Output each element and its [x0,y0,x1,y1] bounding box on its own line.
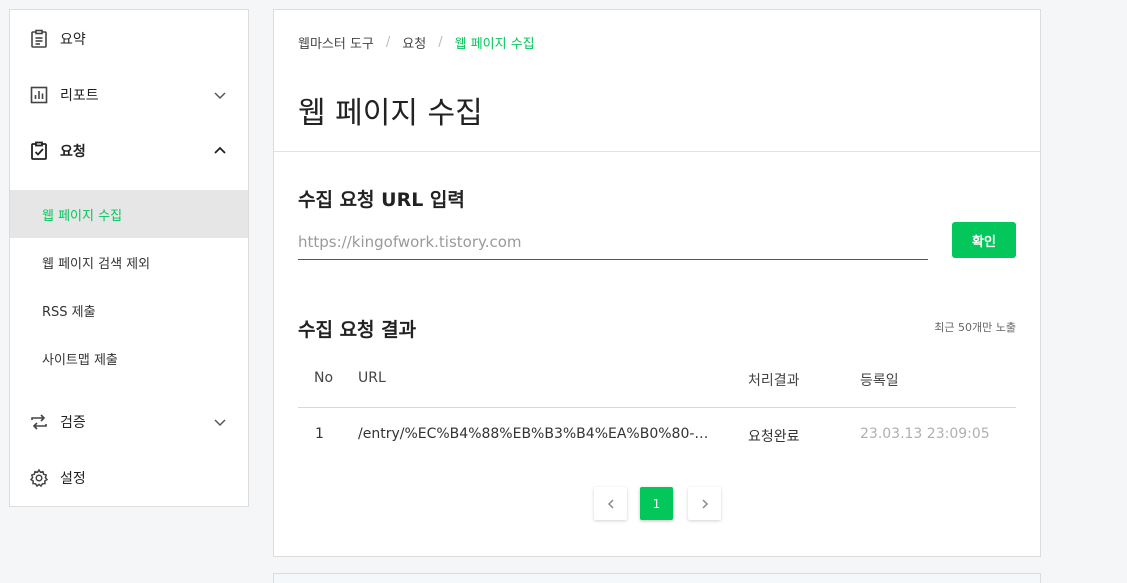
sidebar-item-request[interactable]: 요청 [10,123,248,179]
chevron-up-icon [212,143,228,159]
chevron-down-icon [212,414,228,430]
result-section-title: 수집 요청 결과 [298,319,417,341]
chevron-left-icon [607,498,614,509]
sidebar-item-label: 리포트 [60,88,99,104]
column-header-no: No [314,370,334,386]
clipboard-check-icon [28,140,50,162]
gear-icon [28,467,50,489]
breadcrumb-item-request[interactable]: 요청 [402,33,426,52]
sidebar-item-summary[interactable]: 요약 [10,11,248,67]
repeat-icon [28,411,50,433]
secondary-card [273,573,1041,583]
column-header-status: 처리결과 [748,373,800,389]
clipboard-list-icon [28,28,50,50]
table-cell-date: 23.03.13 23:09:05 [860,426,990,442]
sidebar-item-report[interactable]: 리포트 [10,67,248,123]
sidebar-subitem-web-page-collect[interactable]: 웹 페이지 수집 [10,190,248,238]
sidebar: 요약 리포트 요청 웹 페이지 수집 웹 페이지 검색 제외 RSS 제출 사이… [9,9,249,507]
sidebar-subitem-rss-submit[interactable]: RSS 제출 [10,286,248,334]
sidebar-item-verify[interactable]: 검증 [10,394,248,450]
breadcrumb: 웹마스터 도구 / 요청 / 웹 페이지 수집 [298,33,535,52]
sidebar-item-settings[interactable]: 설정 [10,450,248,506]
pagination-prev-button[interactable] [594,487,627,520]
column-header-url: URL [358,370,386,386]
confirm-button[interactable]: 확인 [952,222,1016,258]
table-cell-no: 1 [315,426,324,442]
result-note: 최근 50개만 노출 [934,321,1016,334]
breadcrumb-item-current: 웹 페이지 수집 [454,37,535,52]
url-input[interactable] [298,224,928,260]
page-title: 웹 페이지 수집 [298,96,483,131]
table-cell-status: 요청완료 [748,429,800,445]
pagination-page-button[interactable]: 1 [640,487,673,520]
chevron-right-icon [701,498,708,509]
column-header-date: 등록일 [860,373,899,389]
main-card: 웹마스터 도구 / 요청 / 웹 페이지 수집 웹 페이지 수집 수집 요청 U… [273,9,1041,557]
breadcrumb-item-webmaster[interactable]: 웹마스터 도구 [298,33,374,52]
bar-chart-icon [28,84,50,106]
sidebar-item-label: 요약 [60,32,86,48]
chevron-down-icon [212,87,228,103]
sidebar-item-label: 검증 [60,415,86,431]
breadcrumb-separator: / [385,35,391,50]
breadcrumb-separator: / [438,35,443,50]
request-section-title: 수집 요청 URL 입력 [298,189,465,211]
sidebar-subitem-sitemap-submit[interactable]: 사이트맵 제출 [10,334,248,382]
sidebar-item-label: 설정 [60,471,86,487]
sidebar-subitem-web-page-exclude[interactable]: 웹 페이지 검색 제외 [10,238,248,286]
divider [274,151,1040,152]
sidebar-item-label: 요청 [60,144,86,160]
pagination-next-button[interactable] [688,487,721,520]
table-header-divider [298,407,1016,408]
table-cell-url: /entry/%EC%B4%88%EB%B3%B4%EA%B0%80-%EB%B… [358,426,718,442]
